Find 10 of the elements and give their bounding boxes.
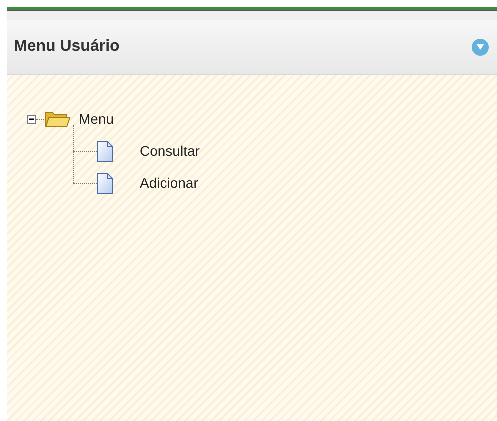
page-icon (97, 172, 113, 194)
tree-item[interactable]: Consultar (140, 143, 200, 159)
collapse-icon[interactable] (27, 114, 36, 124)
page-icon (97, 140, 113, 162)
folder-icon (45, 110, 71, 128)
tree-item[interactable]: Adicionar (140, 175, 198, 191)
caret-icon (476, 43, 485, 51)
tree-item[interactable]: Menu (79, 111, 114, 127)
panel-title: Menu Usuário (14, 38, 120, 56)
toggle-button[interactable] (472, 38, 489, 56)
